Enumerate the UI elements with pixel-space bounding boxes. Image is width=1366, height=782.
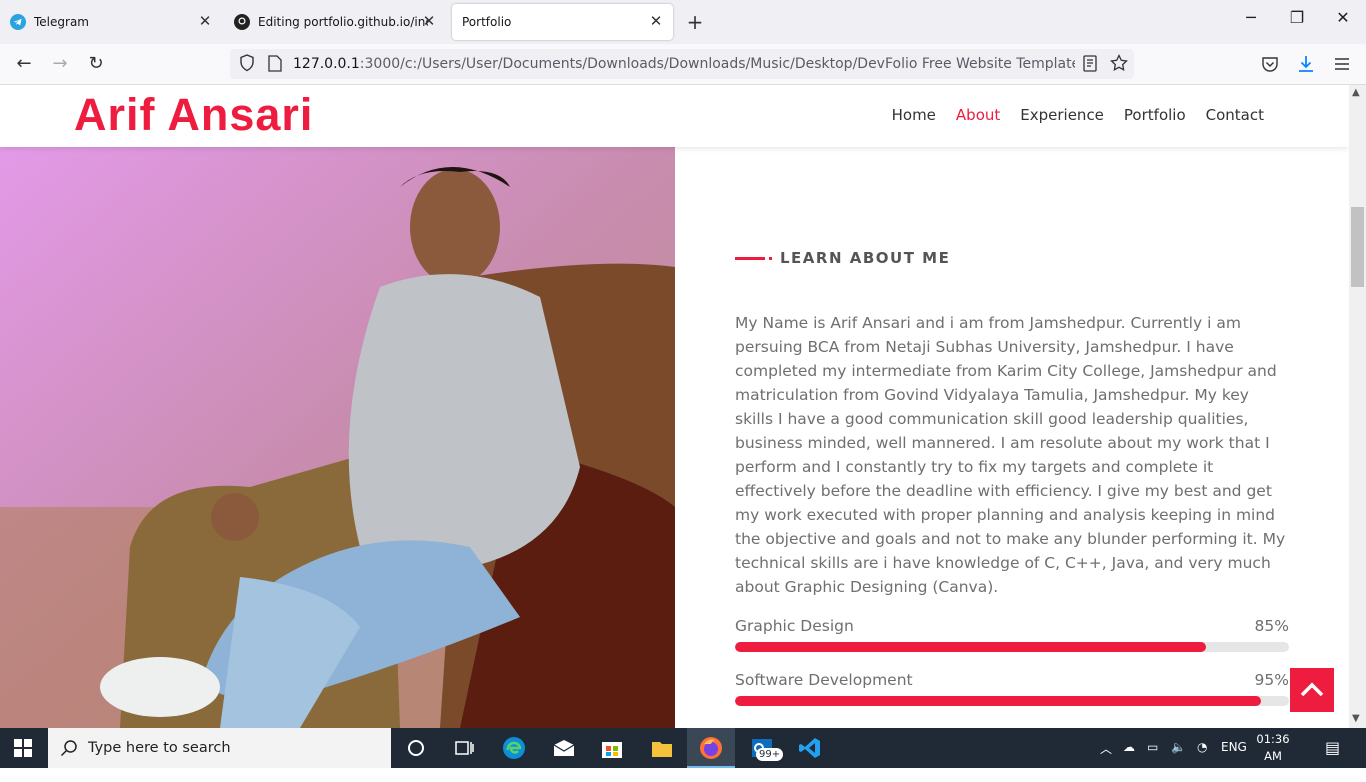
browser-nav-bar: ← → ↻ 127.0.0.1:3000/c:/Users/User/Docum… xyxy=(0,44,1366,85)
mail-icon[interactable] xyxy=(552,736,576,760)
close-tab-icon[interactable]: ✕ xyxy=(647,12,665,30)
about-text: My Name is Arif Ansari and i am from Jam… xyxy=(735,314,1286,596)
back-to-top-button[interactable] xyxy=(1290,668,1334,712)
skill-percent: 95% xyxy=(1254,671,1289,689)
file-explorer-icon[interactable] xyxy=(650,736,674,760)
section-title: LEARN ABOUT ME xyxy=(735,249,950,267)
skill-progress-bar xyxy=(735,642,1289,652)
cortana-icon[interactable] xyxy=(404,736,428,760)
web-page: Arif Ansari Home About Experience Portfo… xyxy=(0,85,1349,728)
site-brand[interactable]: Arif Ansari xyxy=(74,89,313,141)
browser-tab-bar: Telegram ✕ Editing portfolio.github.io/i… xyxy=(0,0,1366,44)
store-icon[interactable] xyxy=(600,736,624,760)
tab-github[interactable]: Editing portfolio.github.io/inde ✕ xyxy=(224,4,446,40)
title-accent-dot xyxy=(769,256,772,260)
search-placeholder: Type here to search xyxy=(88,740,231,756)
profile-photo xyxy=(0,147,675,728)
scroll-up-icon[interactable]: ▲ xyxy=(1352,87,1360,98)
taskbar-search[interactable]: Type here to search xyxy=(48,728,391,768)
tab-portfolio[interactable]: Portfolio ✕ xyxy=(452,4,673,40)
tab-telegram[interactable]: Telegram ✕ xyxy=(0,4,222,40)
minimize-icon[interactable]: ─ xyxy=(1228,8,1274,27)
scroll-down-icon[interactable]: ▼ xyxy=(1352,713,1360,724)
nav-home[interactable]: Home xyxy=(892,106,936,124)
section-title-text: LEARN ABOUT ME xyxy=(780,249,951,267)
tab-title: Telegram xyxy=(34,15,89,29)
taskbar-clock[interactable]: 01:36 AM 17-9-22 xyxy=(1250,731,1296,782)
scrollbar-thumb[interactable] xyxy=(1351,207,1364,287)
tab-title: Editing portfolio.github.io/inde xyxy=(258,15,428,29)
notifications-icon[interactable]: ▤ xyxy=(1325,738,1340,757)
bookmark-star-icon[interactable] xyxy=(1110,53,1128,76)
close-tab-icon[interactable]: ✕ xyxy=(196,12,214,30)
chevron-up-icon xyxy=(1300,682,1324,697)
site-nav: Home About Experience Portfolio Contact xyxy=(892,106,1264,124)
nav-contact[interactable]: Contact xyxy=(1206,106,1264,124)
skill-progress-bar xyxy=(735,696,1289,706)
close-window-icon[interactable]: ✕ xyxy=(1320,8,1366,27)
pocket-icon[interactable] xyxy=(1261,55,1279,77)
taskbar-firefox-active[interactable] xyxy=(687,728,735,768)
reload-icon[interactable]: ↻ xyxy=(84,53,108,77)
show-hidden-icons-icon[interactable]: ︿ xyxy=(1100,740,1112,757)
skill-progress-fill xyxy=(735,642,1206,652)
back-icon[interactable]: ← xyxy=(12,53,36,77)
new-tab-icon[interactable]: + xyxy=(684,10,706,34)
firefox-icon xyxy=(699,736,723,760)
downloads-icon[interactable] xyxy=(1297,54,1315,78)
forward-icon[interactable]: → xyxy=(48,53,72,77)
tab-title: Portfolio xyxy=(462,15,512,29)
windows-start-icon[interactable] xyxy=(14,739,32,761)
battery-icon[interactable]: ▭ xyxy=(1147,740,1158,754)
page-scrollbar[interactable]: ▲ ▼ xyxy=(1349,85,1366,728)
nav-about[interactable]: About xyxy=(956,106,1000,124)
page-icon xyxy=(268,55,282,76)
site-header: Arif Ansari Home About Experience Portfo… xyxy=(0,85,1349,147)
skill-progress-fill xyxy=(735,696,1262,706)
skill-name: Graphic Design xyxy=(735,617,854,635)
wifi-icon[interactable]: ◔ xyxy=(1197,740,1207,754)
shield-icon[interactable] xyxy=(239,54,255,76)
github-icon xyxy=(234,14,250,30)
mail-badge: 99+ xyxy=(756,748,784,761)
language-indicator[interactable]: ENG xyxy=(1221,740,1247,754)
close-tab-icon[interactable]: ✕ xyxy=(420,12,438,30)
restore-icon[interactable]: ❐ xyxy=(1274,8,1320,27)
task-view-icon[interactable] xyxy=(452,736,476,760)
skill-name: Software Development xyxy=(735,671,913,689)
nav-experience[interactable]: Experience xyxy=(1020,106,1104,124)
url-bar[interactable]: 127.0.0.1:3000/c:/Users/User/Documents/D… xyxy=(230,49,1134,79)
clock-time: 01:36 AM xyxy=(1256,732,1290,763)
url-text: 127.0.0.1:3000/c:/Users/User/Documents/D… xyxy=(293,56,1075,72)
edge-icon[interactable] xyxy=(502,736,526,760)
nav-portfolio[interactable]: Portfolio xyxy=(1124,106,1186,124)
telegram-icon xyxy=(10,14,26,30)
menu-hamburger-icon[interactable] xyxy=(1334,56,1350,76)
skill-percent: 85% xyxy=(1254,617,1289,635)
reader-view-icon[interactable] xyxy=(1083,55,1097,76)
search-icon xyxy=(60,739,78,761)
skill-software-development: Software Development 95% xyxy=(735,671,1289,706)
onedrive-icon[interactable]: ☁ xyxy=(1123,740,1135,754)
skill-graphic-design: Graphic Design 85% xyxy=(735,617,1289,652)
volume-icon[interactable]: 🔈 xyxy=(1171,740,1186,754)
title-accent-line xyxy=(735,256,765,260)
vscode-icon[interactable] xyxy=(798,736,822,760)
windows-taskbar: Type here to search 99+ ︿ ☁ ▭ 🔈 ◔ ENG 01… xyxy=(0,728,1366,780)
